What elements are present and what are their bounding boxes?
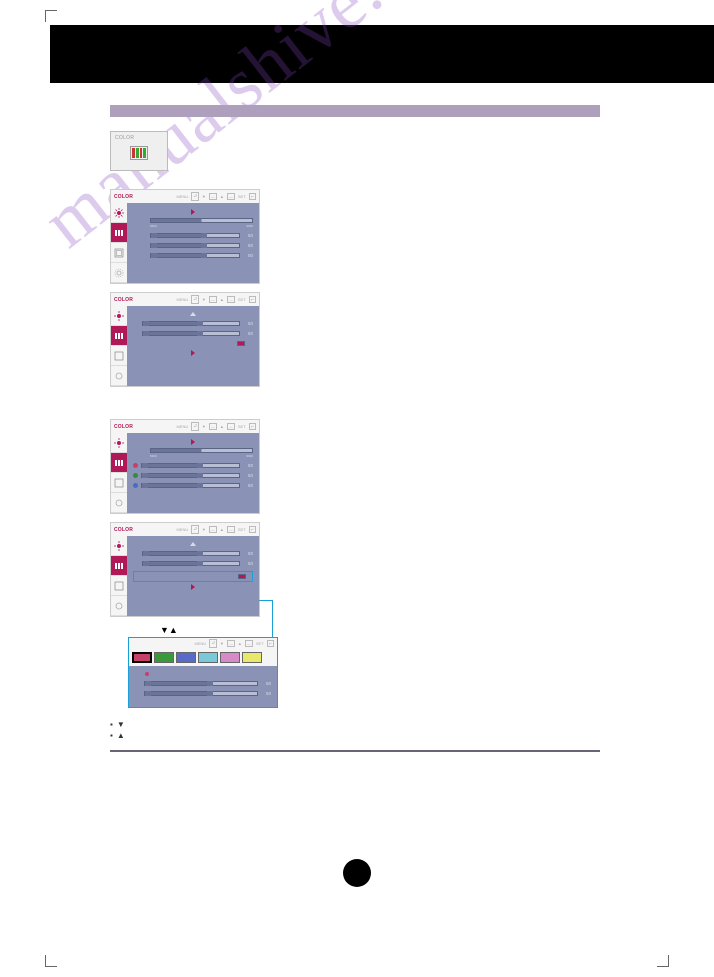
panel-hints: MENU⮐ ▼— ▲— SET↵ bbox=[177, 192, 256, 201]
color-tab-yellow[interactable] bbox=[242, 652, 262, 663]
color-category-icon: COLOR bbox=[110, 131, 168, 171]
color-tab[interactable] bbox=[111, 453, 127, 473]
settings-tab[interactable] bbox=[111, 263, 127, 283]
arrow-right-icon bbox=[191, 439, 195, 445]
arrow-right-icon bbox=[191, 350, 195, 356]
panel-sidebar bbox=[111, 203, 127, 283]
arrow-up-icon bbox=[190, 542, 196, 546]
six-color-icon bbox=[238, 574, 246, 579]
brightness-tab[interactable] bbox=[111, 433, 127, 453]
selected-color-dot bbox=[145, 672, 149, 676]
bullet-icon: ▪ bbox=[110, 720, 113, 729]
dot-icon bbox=[133, 253, 138, 258]
bullet-icon: ▪ bbox=[110, 731, 113, 740]
blue-slider[interactable] bbox=[141, 483, 240, 488]
dot-icon bbox=[133, 243, 138, 248]
red-dot-icon bbox=[133, 463, 138, 468]
blue-dot-icon bbox=[133, 483, 138, 488]
six-color-tabs bbox=[129, 649, 277, 666]
green-dot-icon bbox=[133, 473, 138, 478]
footer-rule bbox=[110, 750, 600, 752]
notes: ▪▼ ▪▲ bbox=[110, 720, 600, 740]
osd-panel-1: COLOR MENU⮐ ▼— ▲— SET↵ bbox=[110, 189, 260, 284]
six-color-highlight bbox=[133, 571, 253, 582]
panel-title: COLOR bbox=[114, 527, 133, 533]
arrows-label: ▼▲ bbox=[160, 625, 600, 635]
slider[interactable] bbox=[142, 561, 240, 566]
brightness-tab[interactable] bbox=[111, 536, 127, 556]
settings-tab[interactable] bbox=[111, 366, 127, 386]
color-tab-cyan[interactable] bbox=[198, 652, 218, 663]
brightness-tab[interactable] bbox=[111, 203, 127, 223]
page-content: COLOR COLOR MENU⮐ ▼— ▲— SET↵ bbox=[110, 105, 600, 752]
color-icon-label: COLOR bbox=[115, 135, 163, 141]
color-tab[interactable] bbox=[111, 556, 127, 576]
osd-panel-six-color: MENU⮐▼—▲—SET↵ 50 50 bbox=[128, 637, 278, 708]
saturation-slider[interactable] bbox=[144, 691, 258, 696]
red-slider[interactable] bbox=[141, 463, 240, 468]
dot-icon bbox=[133, 233, 138, 238]
bars-icon bbox=[130, 146, 148, 160]
color-tab-magenta[interactable] bbox=[220, 652, 240, 663]
color-tab-blue[interactable] bbox=[176, 652, 196, 663]
display-tab[interactable] bbox=[111, 473, 127, 493]
color-tab-red[interactable] bbox=[132, 652, 152, 663]
panel-title: COLOR bbox=[114, 424, 133, 430]
panel-title: COLOR bbox=[114, 194, 133, 200]
slider[interactable] bbox=[142, 321, 240, 326]
color-tab[interactable] bbox=[111, 223, 127, 243]
hue-slider[interactable] bbox=[144, 681, 258, 686]
settings-tab[interactable] bbox=[111, 596, 127, 616]
header-black-bar bbox=[50, 25, 714, 83]
slider[interactable] bbox=[142, 331, 240, 336]
arrow-right-icon bbox=[191, 584, 195, 590]
panel-title: COLOR bbox=[114, 297, 133, 303]
slider[interactable] bbox=[142, 551, 240, 556]
arrow-up-icon bbox=[190, 312, 196, 316]
arrow-right-icon bbox=[191, 209, 195, 215]
display-tab[interactable] bbox=[111, 346, 127, 366]
display-tab[interactable] bbox=[111, 576, 127, 596]
osd-panel-3: COLOR MENU⮐▼—▲—SET↵ 54009300 50 50 50 bbox=[110, 419, 260, 514]
color-tab[interactable] bbox=[111, 326, 127, 346]
slider[interactable] bbox=[150, 253, 240, 258]
color-tab-green[interactable] bbox=[154, 652, 174, 663]
osd-panel-4: COLOR MENU⮐▼—▲—SET↵ 50 50 bbox=[110, 522, 260, 617]
green-slider[interactable] bbox=[141, 473, 240, 478]
slider[interactable] bbox=[150, 243, 240, 248]
brightness-tab[interactable] bbox=[111, 306, 127, 326]
osd-panel-2: COLOR MENU⮐▼—▲—SET↵ 50 50 bbox=[110, 292, 260, 387]
settings-tab[interactable] bbox=[111, 493, 127, 513]
page-number-dot bbox=[343, 859, 371, 887]
section-bar bbox=[110, 105, 600, 117]
six-color-icon bbox=[237, 341, 245, 346]
display-tab[interactable] bbox=[111, 243, 127, 263]
slider[interactable] bbox=[150, 233, 240, 238]
